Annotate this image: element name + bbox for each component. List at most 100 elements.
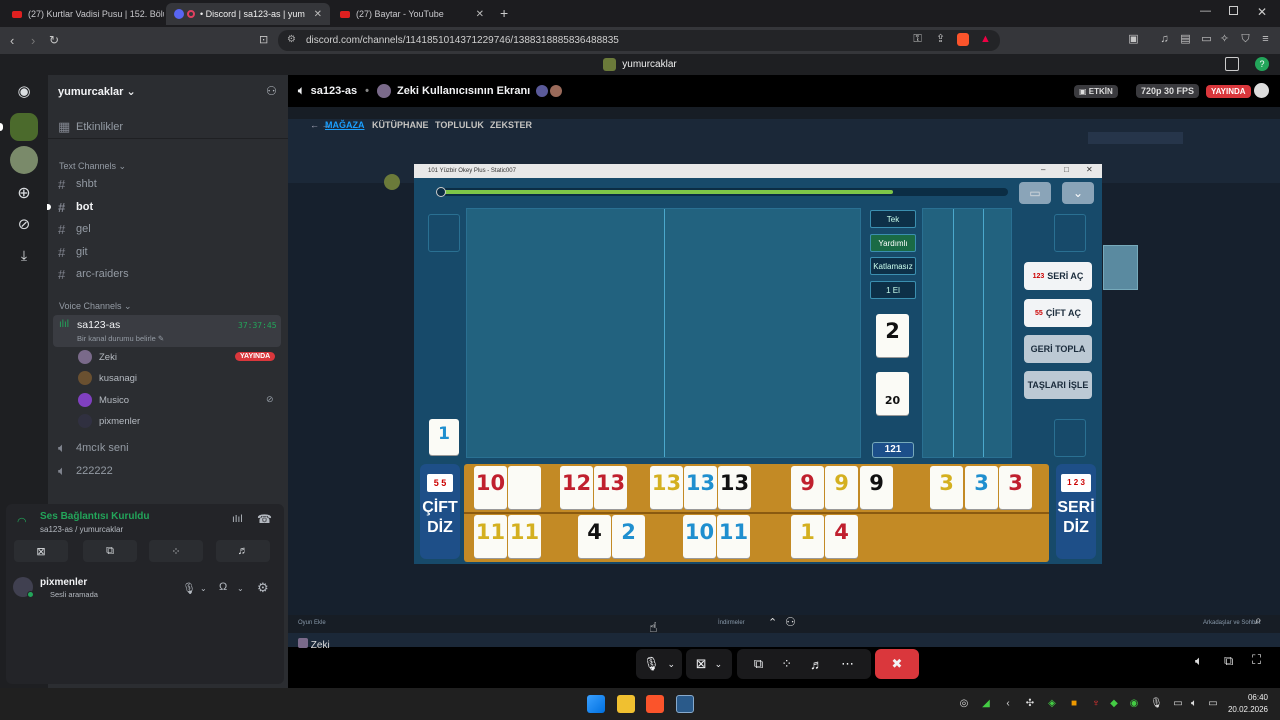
inbox-icon[interactable] [1225, 57, 1239, 71]
tray-app-icon[interactable]: ◢ [980, 698, 992, 710]
soundboard-icon[interactable]: ♬ [810, 657, 823, 672]
rack-tile[interactable]: 9 [825, 466, 858, 509]
disconnect-button[interactable]: ✖ [875, 649, 919, 679]
explore-icon[interactable]: ⊘ [10, 210, 38, 238]
steam-tab-community[interactable]: TOPLULUK [435, 120, 484, 130]
discard-slot-bottom-right[interactable] [1054, 419, 1086, 457]
file-explorer-icon[interactable] [617, 695, 635, 713]
help-icon[interactable]: ? [1255, 57, 1269, 71]
network-icon[interactable]: ▭ [1172, 698, 1184, 710]
steam-tab-library[interactable]: KÜTÜPHANE [372, 120, 429, 130]
steam-tab-store[interactable]: MAĞAZA [325, 120, 365, 130]
participants-icon[interactable]: ⚇ [785, 615, 796, 629]
remaining-tiles-count[interactable]: 20 [876, 372, 909, 415]
cift-ac-button[interactable]: 55 ÇİFT AÇ [1024, 299, 1092, 327]
zoom-icon[interactable]: ⌕ [1255, 613, 1262, 628]
add-server-icon[interactable]: ⊕ [10, 179, 38, 207]
rack-tile[interactable]: 9 [860, 466, 893, 509]
rack-tile[interactable]: 13 [718, 466, 751, 509]
rack-tile[interactable] [508, 466, 541, 509]
bookmark-icon[interactable]: ⊡ [259, 33, 268, 46]
tab-youtube-baytar[interactable]: (27) Baytar - YouTube ✕ [332, 3, 492, 25]
reader-icon[interactable]: ▤ [1179, 33, 1192, 46]
chevron-down-icon[interactable]: ⌄ [200, 584, 207, 593]
headphones-icon[interactable]: Ω [219, 581, 227, 593]
volume-icon[interactable]: 🔈︎ [1195, 653, 1203, 669]
maximize-button[interactable] [1229, 6, 1238, 15]
volume-icon[interactable]: 🔈︎ [1188, 698, 1200, 710]
reload-icon[interactable]: ↻ [49, 33, 59, 47]
tray-app-icon[interactable]: ◉ [1128, 698, 1140, 710]
vpn-icon[interactable]: ⛉ [1239, 33, 1252, 46]
tray-app-icon[interactable]: ◈ [1046, 698, 1058, 710]
sidebar-toggle-icon[interactable]: ▣ [1127, 33, 1140, 46]
category-voice-channels[interactable]: Voice Channels ⌄ [59, 301, 132, 312]
server-avatar-icon[interactable] [10, 146, 38, 174]
wallet-icon[interactable]: ▭ [1200, 33, 1213, 46]
voice-user-zeki[interactable]: Zeki [78, 348, 117, 366]
disconnect-icon[interactable]: ☎︎ [257, 512, 272, 526]
server-name[interactable]: yumurcaklar ⌄ [58, 85, 136, 98]
voice-channel-222222[interactable]: 🔈︎ 222222 [58, 461, 113, 481]
add-game-link[interactable]: Oyun Ekle [298, 620, 326, 626]
brave-shields-icon[interactable] [957, 33, 969, 46]
more-options-icon[interactable]: ⋯ [841, 656, 854, 672]
brave-rewards-icon[interactable]: ▲ [979, 33, 992, 46]
channel-arc-raiders[interactable]: # arc-raiders [58, 264, 129, 284]
clock-time[interactable]: 06:40 [1226, 693, 1268, 702]
minimize-button[interactable]: — [1200, 5, 1211, 17]
soundboard-button[interactable]: ♬ [216, 540, 270, 562]
steam-tab-profile[interactable]: ZEKSTER [490, 120, 532, 130]
brave-browser-icon[interactable] [646, 695, 664, 713]
maximize-button[interactable]: □ [1064, 165, 1069, 174]
microphone-icon[interactable]: 🎙︎ [1150, 698, 1163, 710]
microphone-icon[interactable]: 🎙︎ [182, 582, 196, 595]
tray-app-icon[interactable]: ‹ [1002, 698, 1014, 710]
media-icon[interactable]: ♫ [1158, 33, 1171, 46]
voice-user-pixmenler[interactable]: pixmenler [78, 412, 140, 430]
discord-home-icon[interactable]: ◉ [10, 77, 38, 105]
voice-user-kusanagi[interactable]: kusanagi [78, 369, 137, 387]
side-tile[interactable]: 1 [429, 419, 459, 455]
downloads-link[interactable]: İndirmeler [718, 620, 745, 626]
forward-arrow-icon[interactable]: › [31, 33, 35, 48]
rack-tile[interactable]: 9 [791, 466, 824, 509]
close-tab-icon[interactable]: ✕ [470, 9, 484, 20]
close-button[interactable]: ✕ [1086, 165, 1093, 174]
chat-bubble-icon[interactable] [1254, 83, 1269, 98]
chevron-up-icon[interactable]: ⌃ [768, 616, 777, 629]
screen-share-button[interactable]: ⧉ [83, 540, 137, 562]
taslari-isle-button[interactable]: TAŞLARI İŞLE [1024, 371, 1092, 399]
tab-discord[interactable]: • Discord | sa123-as | yumurcaklar ✕ [166, 3, 330, 25]
rack-tile[interactable]: 3 [930, 466, 963, 509]
active-voice-channel[interactable]: ılıl sa123-as 37:37:45 Bir kanal durumu … [53, 315, 281, 347]
voice-channel-4mcik[interactable]: 🔈︎ 4mcık seni [58, 438, 129, 458]
rack-tile[interactable]: 10 [474, 466, 507, 509]
camera-button[interactable]: ⊠ [14, 540, 68, 562]
noise-suppression-icon[interactable]: ıIıl [232, 514, 243, 525]
channel-shbt[interactable]: # shbt [58, 174, 97, 194]
tab-youtube-kurtlar[interactable]: (27) Kurtlar Vadisi Pusu | 152. Bölüm [4, 3, 164, 25]
category-text-channels[interactable]: Text Channels ⌄ [59, 161, 126, 172]
minimize-button[interactable]: – [1041, 165, 1045, 174]
tray-app-icon[interactable]: ♆ [1090, 698, 1102, 710]
rack-tile[interactable]: 12 [560, 466, 593, 509]
rack-tile[interactable]: 13 [684, 466, 717, 509]
share-icon[interactable]: ⇪ [934, 33, 947, 46]
invite-people-icon[interactable]: ⚇ [266, 84, 277, 98]
channel-git[interactable]: # git [58, 242, 88, 262]
set-channel-status[interactable]: Bir kanal durumu belirle ✎ [77, 334, 164, 343]
microphone-button[interactable]: 🎙︎ ⌄ [636, 649, 682, 679]
events-link[interactable]: ▦ Etkinlikler [58, 117, 123, 137]
menu-icon[interactable]: ≡ [1259, 33, 1272, 46]
rack-tile[interactable]: 3 [965, 466, 998, 509]
fullscreen-icon[interactable]: ⛶ [1252, 652, 1261, 668]
discard-slot-right[interactable] [1054, 214, 1086, 252]
new-tab-button[interactable]: + [500, 5, 508, 21]
seri-ac-button[interactable]: 123 SERİ AÇ [1024, 262, 1092, 290]
key-icon[interactable]: ⚿ [911, 33, 924, 46]
discard-slot-left[interactable] [428, 214, 460, 252]
rack-tile[interactable]: 1 [791, 515, 824, 558]
tray-app-icon[interactable]: ◎ [958, 698, 970, 710]
camera-button[interactable]: ⊠ ⌄ [686, 649, 732, 679]
